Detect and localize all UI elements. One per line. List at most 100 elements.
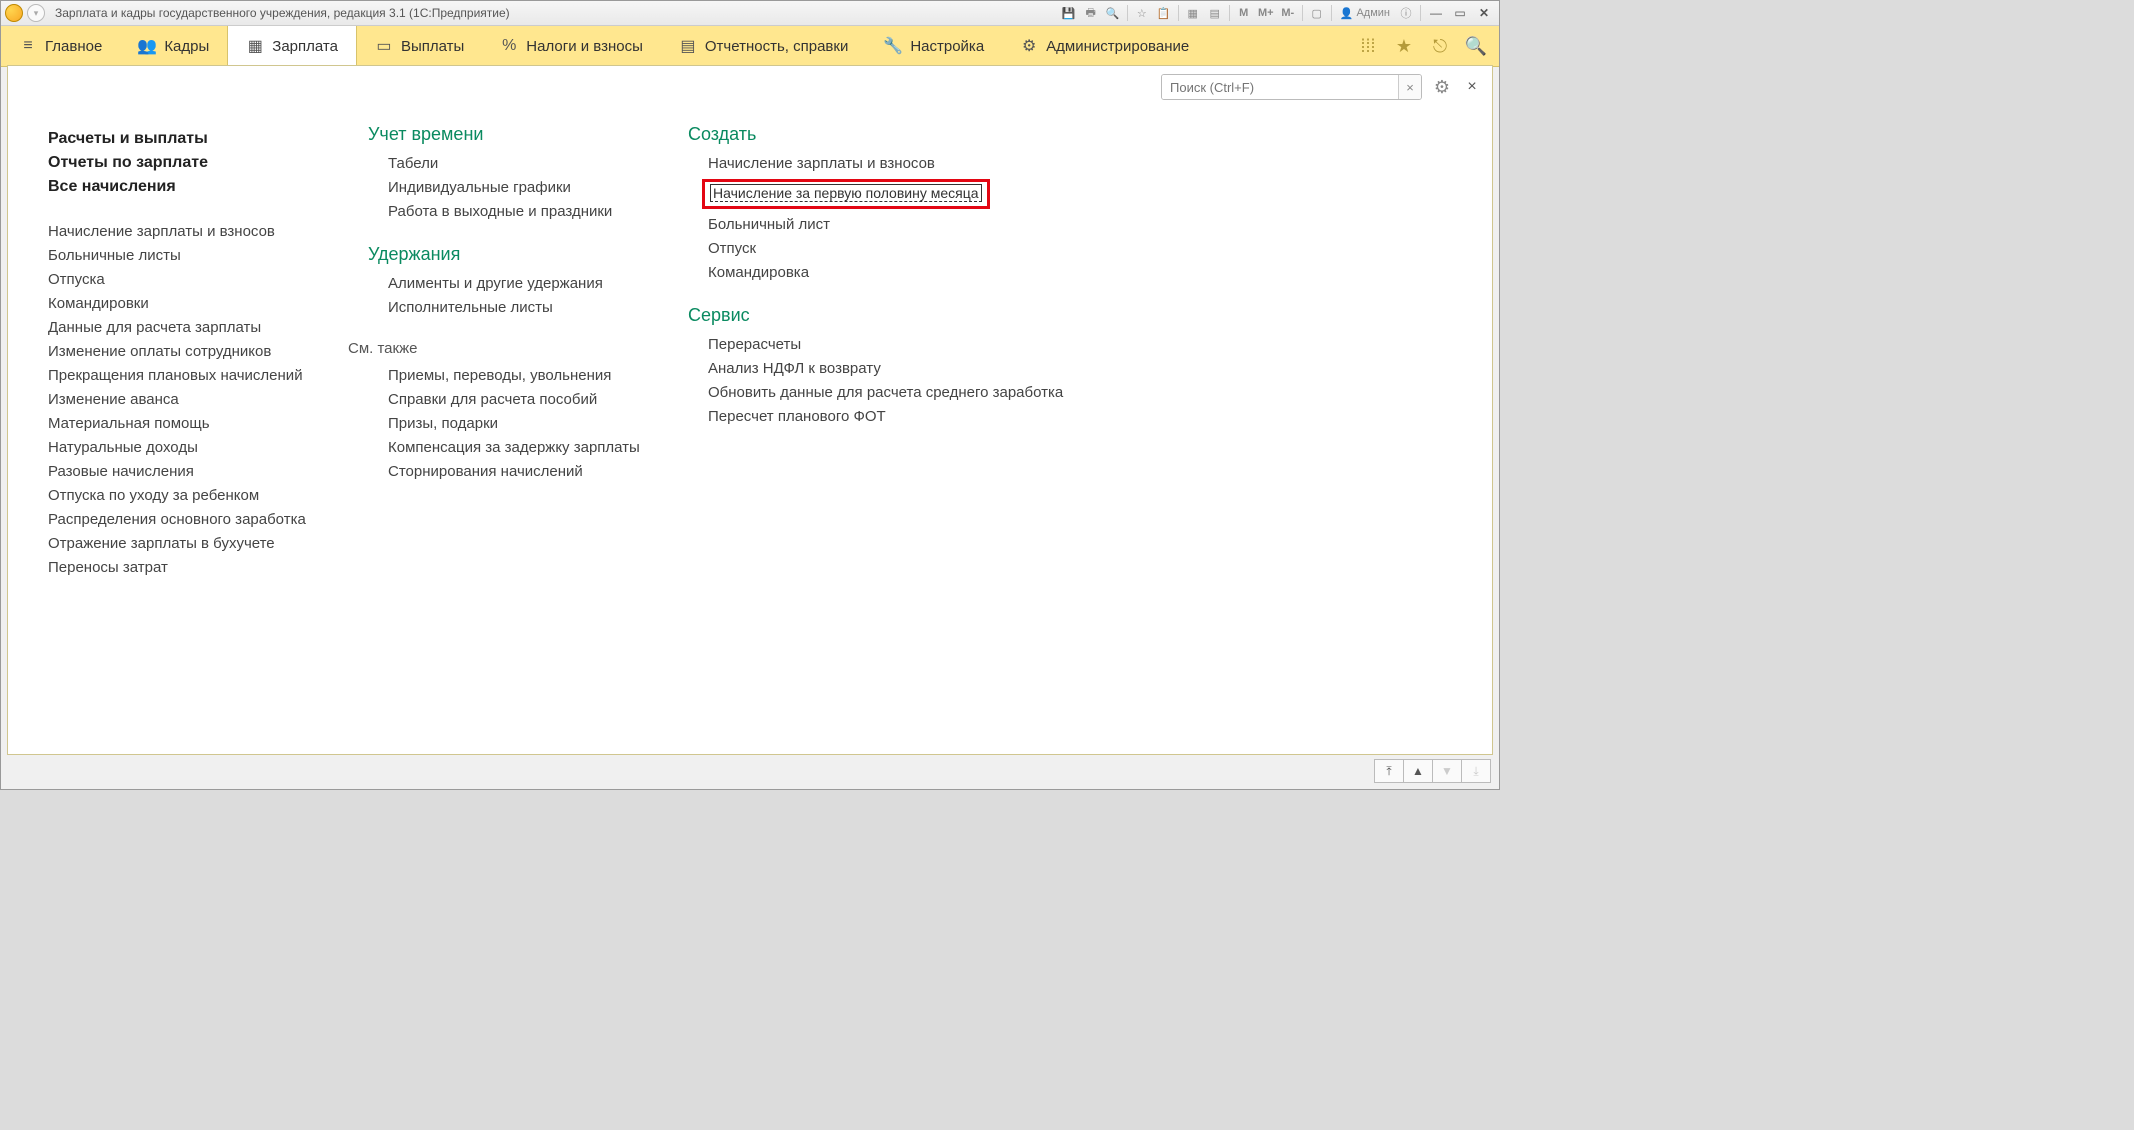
link-create-nachislenie-zp[interactable]: Начисление зарплаты и взносов	[708, 155, 1063, 172]
link-analiz-ndfl[interactable]: Анализ НДФЛ к возврату	[708, 360, 1063, 377]
nav-otchetnost[interactable]: ▤ Отчетность, справки	[661, 26, 866, 66]
link-individ-grafiki[interactable]: Индивидуальные графики	[388, 179, 658, 196]
link-pereschet-fot[interactable]: Пересчет планового ФОТ	[708, 408, 1063, 425]
nav-nastroyka[interactable]: 🔧 Настройка	[866, 26, 1002, 66]
tb-m-plus-icon[interactable]: M+	[1256, 4, 1276, 22]
link-prizy-podarki[interactable]: Призы, подарки	[388, 415, 658, 432]
link-kompensacia-zaderzhka[interactable]: Компенсация за задержку зарплаты	[388, 439, 658, 456]
link-otpuska-uhod[interactable]: Отпуска по уходу за ребенком	[48, 487, 338, 504]
heading-service: Сервис	[688, 305, 1063, 326]
people-icon: 👥	[138, 37, 156, 55]
settings-gear-icon[interactable]: ⚙	[1430, 75, 1454, 99]
nav-admin[interactable]: ⚙ Администрирование	[1002, 26, 1207, 66]
tb-clipboard-icon[interactable]: 📋	[1154, 4, 1174, 22]
nav-nalogi[interactable]: % Налоги и взносы	[482, 26, 661, 66]
nav-kadry[interactable]: 👥 Кадры	[120, 26, 227, 66]
tb-panel-icon[interactable]: ▢	[1307, 4, 1327, 22]
nav-label: Выплаты	[401, 38, 464, 55]
scroll-buttons: ⤒ ▲ ▼ ⤓	[1374, 759, 1491, 783]
window-maximize-button[interactable]: ▭	[1449, 4, 1471, 22]
link-create-first-half-month[interactable]: Начисление за первую половину месяца	[710, 184, 982, 202]
link-otpuska[interactable]: Отпуска	[48, 271, 338, 288]
apps-grid-icon[interactable]: ⁞⁞⁞	[1353, 31, 1383, 61]
link-izmenenie-oplaty[interactable]: Изменение оплаты сотрудников	[48, 343, 338, 360]
link-razovye-nachisleniya[interactable]: Разовые начисления	[48, 463, 338, 480]
nav-vyplaty[interactable]: ▭ Выплаты	[357, 26, 482, 66]
column-create-service: Создать Начисление зарплаты и взносов На…	[688, 124, 1063, 583]
link-komandirovki[interactable]: Командировки	[48, 295, 338, 312]
tb-star-icon[interactable]: ☆	[1132, 4, 1152, 22]
link-alimenty[interactable]: Алименты и другие удержания	[388, 275, 658, 292]
favorites-star-icon[interactable]: ★	[1389, 31, 1419, 61]
search-box: ×	[1161, 74, 1422, 100]
nav-label: Отчетность, справки	[705, 38, 848, 55]
tb-info-icon[interactable]: ⓘ	[1396, 4, 1416, 22]
link-raschety-vyplaty[interactable]: Расчеты и выплаты	[48, 130, 338, 148]
link-create-otpusk[interactable]: Отпуск	[708, 240, 1063, 257]
app-window: ▾ Зарплата и кадры государственного учре…	[0, 0, 1500, 790]
scroll-up-button[interactable]: ▲	[1403, 760, 1432, 782]
link-priemy-perevody[interactable]: Приемы, переводы, увольнения	[388, 367, 658, 384]
link-pereraschety[interactable]: Перерасчеты	[708, 336, 1063, 353]
link-ispolnitelnye-listy[interactable]: Исполнительные листы	[388, 299, 658, 316]
search-input[interactable]	[1162, 75, 1398, 99]
tb-m-icon[interactable]: M	[1234, 4, 1254, 22]
scroll-down-button[interactable]: ▼	[1432, 760, 1461, 782]
tb-find-icon[interactable]: 🔍	[1103, 4, 1123, 22]
link-prekrashcheniya[interactable]: Прекращения плановых начислений	[48, 367, 338, 384]
link-nachislenie-zp-vznosy[interactable]: Начисление зарплаты и взносов	[48, 223, 338, 240]
tb-separator	[1302, 5, 1303, 21]
table-icon: ▦	[246, 37, 264, 55]
link-bolnichnye-listy[interactable]: Больничные листы	[48, 247, 338, 264]
link-dannye-rascheta[interactable]: Данные для расчета зарплаты	[48, 319, 338, 336]
gear-icon: ⚙	[1020, 37, 1038, 55]
link-mat-pomoshch[interactable]: Материальная помощь	[48, 415, 338, 432]
content-close-button[interactable]: ×	[1462, 77, 1482, 97]
tb-calc-icon[interactable]: ▤	[1205, 4, 1225, 22]
wrench-icon: 🔧	[884, 37, 902, 55]
link-vse-nachisleniya[interactable]: Все начисления	[48, 178, 338, 196]
content-toolbar: × ⚙ ×	[1161, 74, 1482, 100]
search-clear-button[interactable]: ×	[1398, 75, 1421, 99]
heading-uderzhaniya: Удержания	[368, 244, 658, 265]
nav-main[interactable]: ≡ Главное	[1, 26, 120, 66]
menu-icon: ≡	[19, 37, 37, 55]
nav-zarplata[interactable]: ▦ Зарплата	[227, 26, 357, 66]
tb-separator	[1229, 5, 1230, 21]
search-icon[interactable]: 🔍	[1461, 31, 1491, 61]
main-navbar: ≡ Главное 👥 Кадры ▦ Зарплата ▭ Выплаты %…	[1, 26, 1499, 67]
link-stornirovaniya[interactable]: Сторнирования начислений	[388, 463, 658, 480]
app-title: Зарплата и кадры государственного учрежд…	[55, 6, 510, 20]
titlebar: ▾ Зарплата и кадры государственного учре…	[1, 1, 1499, 26]
dropdown-icon[interactable]: ▾	[27, 4, 45, 22]
highlighted-selection: Начисление за первую половину месяца	[702, 179, 990, 209]
link-otchety-zarplata[interactable]: Отчеты по зарплате	[48, 154, 338, 172]
link-izmenenie-avansa[interactable]: Изменение аванса	[48, 391, 338, 408]
tb-m-minus-icon[interactable]: M-	[1278, 4, 1298, 22]
link-create-komandirovka[interactable]: Командировка	[708, 264, 1063, 281]
heading-uchet-vremeni: Учет времени	[368, 124, 658, 145]
user-chip[interactable]: 👤 Админ	[1336, 7, 1394, 20]
scroll-bottom-button[interactable]: ⤓	[1461, 760, 1490, 782]
tb-separator	[1420, 5, 1421, 21]
tb-separator	[1178, 5, 1179, 21]
column-main: Расчеты и выплаты Отчеты по зарплате Все…	[48, 124, 338, 583]
window-minimize-button[interactable]: —	[1425, 4, 1447, 22]
history-icon[interactable]: ⎋	[1425, 31, 1455, 61]
scroll-top-button[interactable]: ⤒	[1375, 760, 1403, 782]
column-time-deductions: Учет времени Табели Индивидуальные графи…	[368, 124, 658, 583]
link-obnovit-sredniy[interactable]: Обновить данные для расчета среднего зар…	[708, 384, 1063, 401]
nav-label: Зарплата	[272, 38, 338, 55]
tb-print-icon[interactable]: 🖶	[1081, 4, 1101, 22]
tb-save-icon[interactable]: 💾	[1059, 4, 1079, 22]
tb-calendar-icon[interactable]: ▦	[1183, 4, 1203, 22]
link-spravki-posobiy[interactable]: Справки для расчета пособий	[388, 391, 658, 408]
link-naturalnye-dohody[interactable]: Натуральные доходы	[48, 439, 338, 456]
link-tabeli[interactable]: Табели	[388, 155, 658, 172]
link-perenosy-zatrat[interactable]: Переносы затрат	[48, 559, 338, 576]
window-close-button[interactable]: ✕	[1473, 4, 1495, 22]
link-rabota-vyhodnye[interactable]: Работа в выходные и праздники	[388, 203, 658, 220]
link-create-bolnichny[interactable]: Больничный лист	[708, 216, 1063, 233]
link-otrazhenie-buhuchet[interactable]: Отражение зарплаты в бухучете	[48, 535, 338, 552]
link-raspredeleniya[interactable]: Распределения основного заработка	[48, 511, 338, 528]
